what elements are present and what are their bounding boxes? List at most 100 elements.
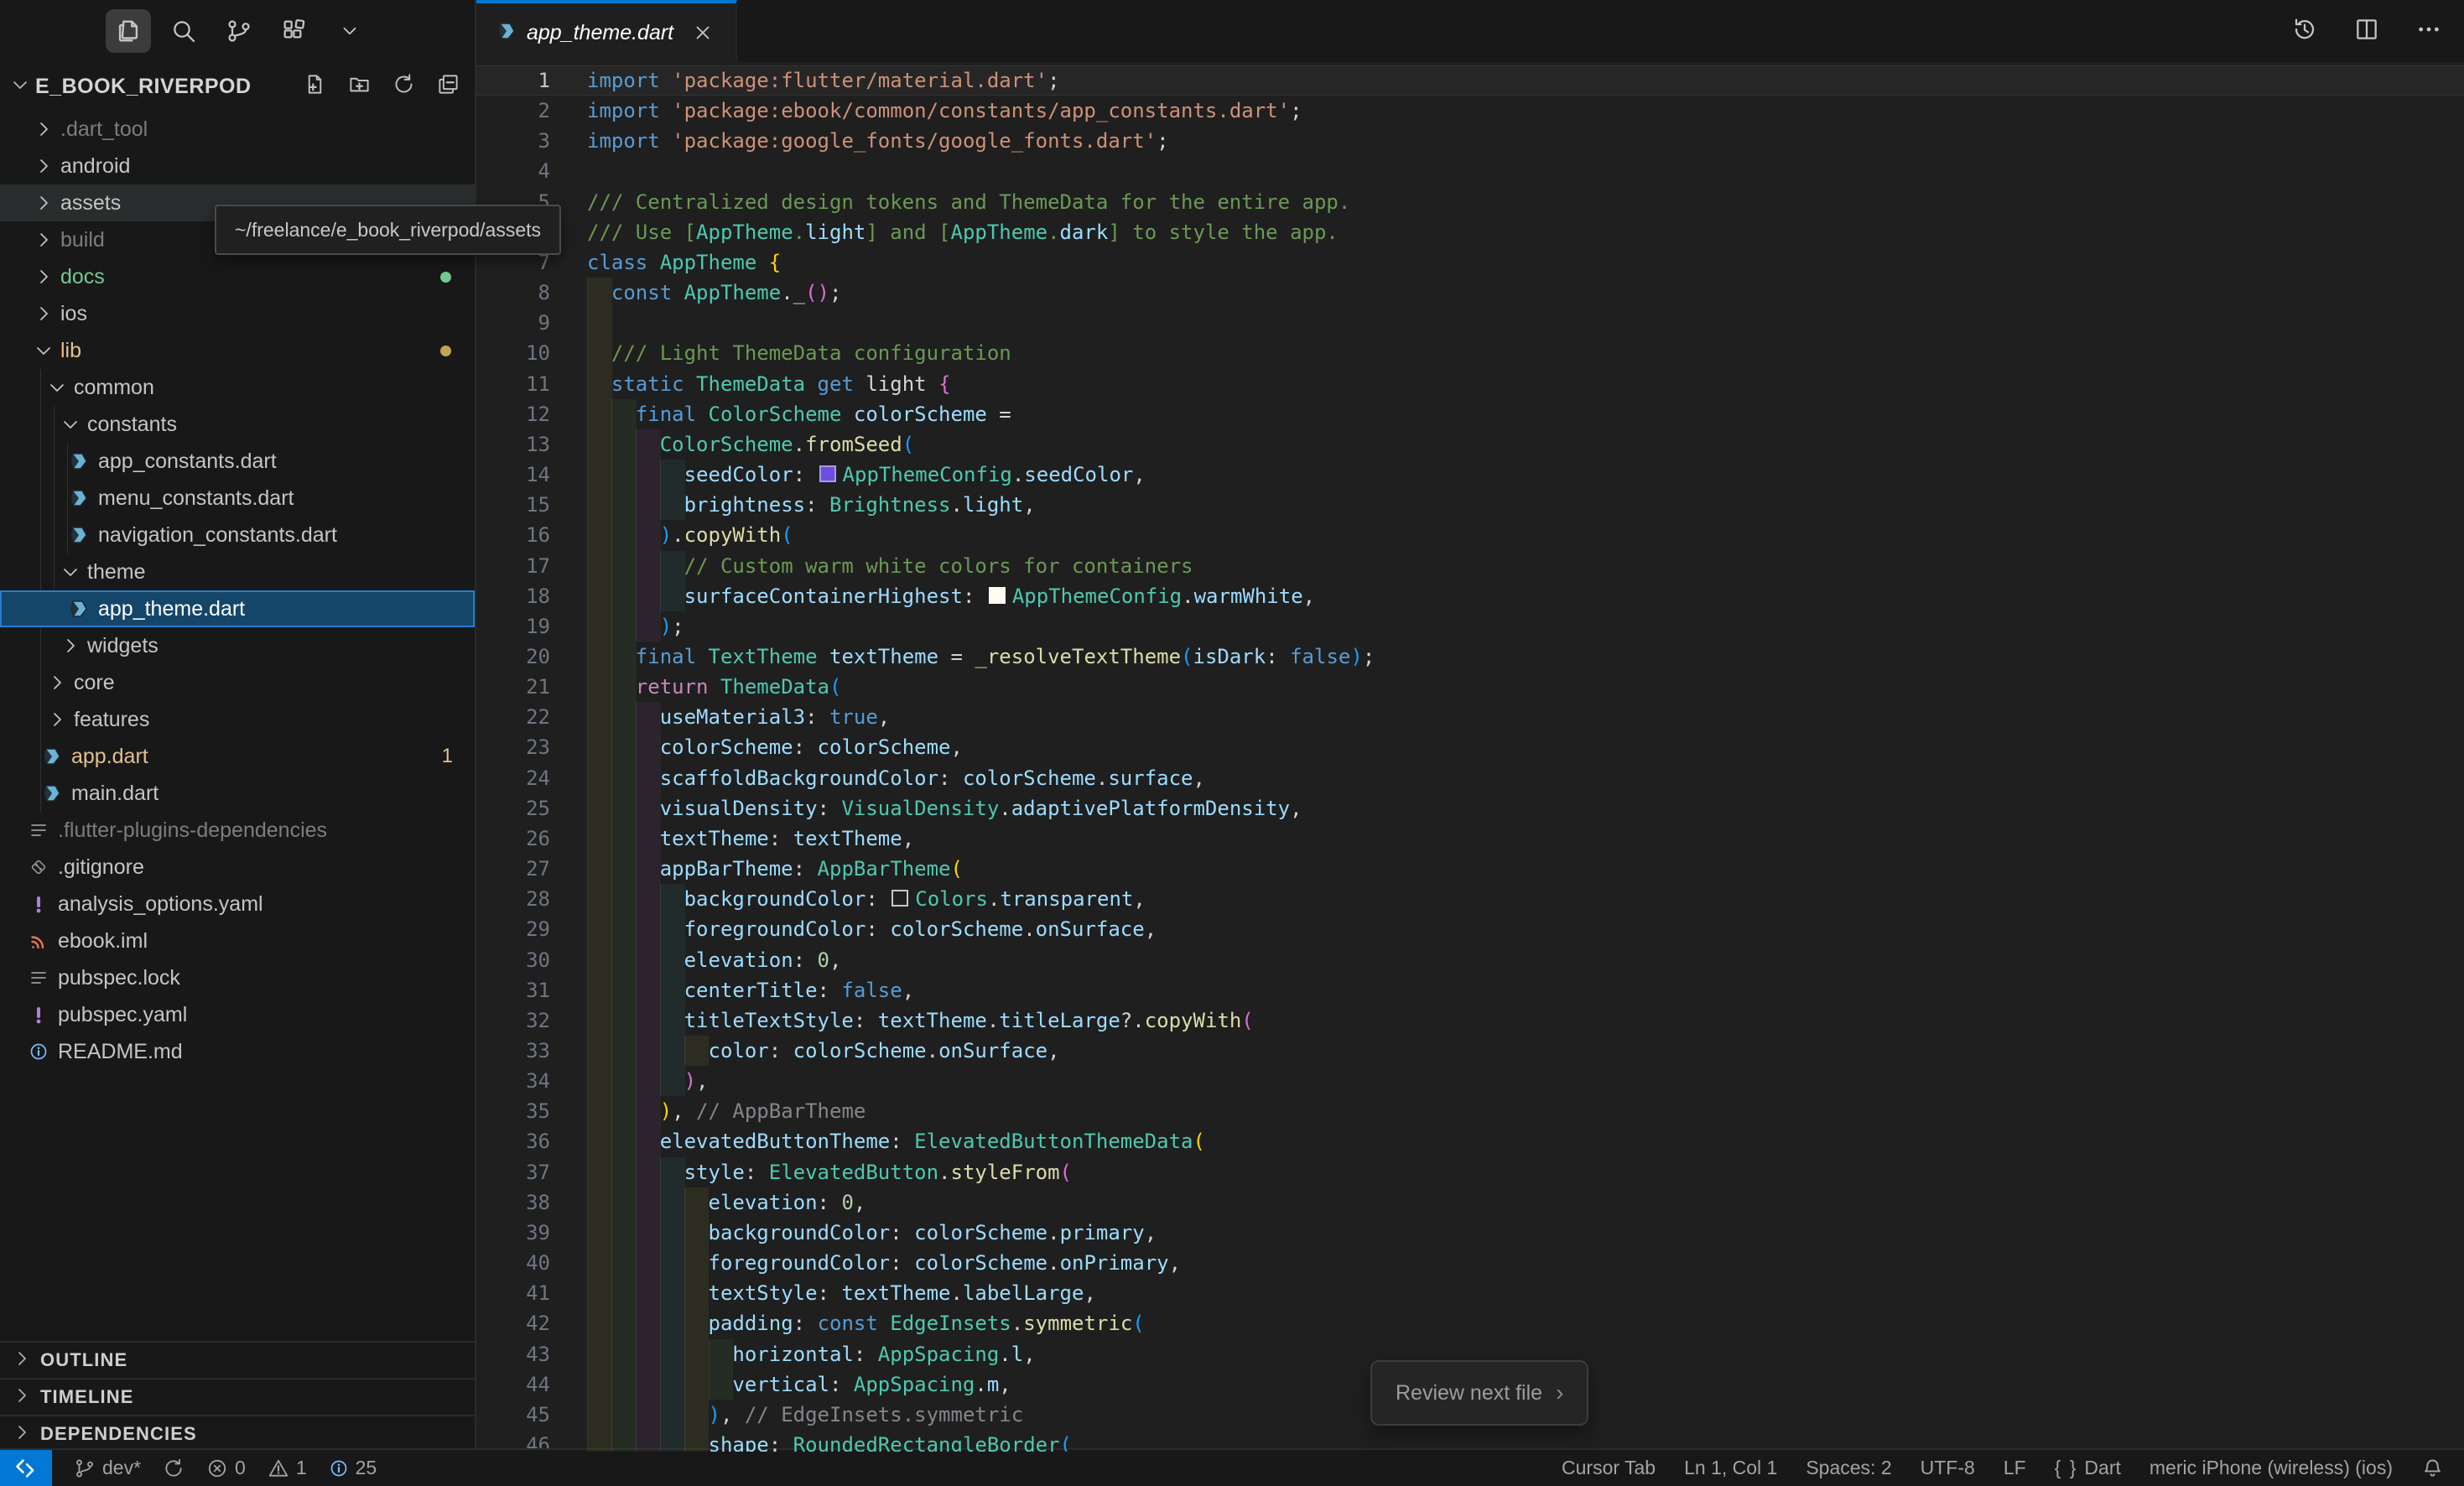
more-actions-button[interactable]	[2415, 16, 2442, 47]
tree-folder-ios[interactable]: ios	[0, 295, 475, 332]
status-info[interactable]: 25	[329, 1457, 377, 1479]
code-line-31[interactable]: 31centerTitle: false,	[476, 975, 2464, 1005]
code-line-9[interactable]: 9	[476, 308, 2464, 338]
activity-extensions-button[interactable]	[272, 9, 317, 53]
tree-file-main.dart[interactable]: main.dart	[0, 775, 475, 812]
code-line-17[interactable]: 17// Custom warm white colors for contai…	[476, 551, 2464, 581]
tree-folder-common[interactable]: common	[0, 369, 475, 406]
tree-folder-constants[interactable]: constants	[0, 406, 475, 443]
tree-folder-lib[interactable]: lib	[0, 332, 475, 369]
tree-file-app_constants.dart[interactable]: app_constants.dart	[0, 443, 475, 480]
panel-dependencies[interactable]: DEPENDENCIES	[0, 1415, 475, 1452]
panel-timeline[interactable]: TIMELINE	[0, 1378, 475, 1415]
remote-indicator[interactable]	[0, 1450, 52, 1486]
code-line-36[interactable]: 36elevatedButtonTheme: ElevatedButtonThe…	[476, 1126, 2464, 1156]
code-line-12[interactable]: 12final ColorScheme colorScheme =	[476, 399, 2464, 429]
review-next-file-button[interactable]: Review next file ›	[1370, 1360, 1588, 1426]
code-line-14[interactable]: 14seedColor: AppThemeConfig.seedColor,	[476, 460, 2464, 490]
status-spaces-2[interactable]: Spaces: 2	[1806, 1457, 1891, 1479]
tree-file-pubspec.lock[interactable]: pubspec.lock	[0, 959, 475, 996]
code-line-20[interactable]: 20final TextTheme textTheme = _resolveTe…	[476, 642, 2464, 672]
tree-file-app.dart[interactable]: app.dart1	[0, 738, 475, 775]
tree-file-README.md[interactable]: README.md	[0, 1033, 475, 1070]
tree-folder-.dart_tool[interactable]: .dart_tool	[0, 111, 475, 148]
tree-folder-theme[interactable]: theme	[0, 553, 475, 590]
code-line-15[interactable]: 15brightness: Brightness.light,	[476, 490, 2464, 520]
tab-app-theme[interactable]: app_theme.dart	[476, 0, 737, 62]
tree-file-app_theme.dart[interactable]: app_theme.dart	[0, 590, 475, 627]
code-line-19[interactable]: 19);	[476, 611, 2464, 642]
tree-folder-widgets[interactable]: widgets	[0, 627, 475, 664]
tree-file-.flutter-plugins-dependencies[interactable]: .flutter-plugins-dependencies	[0, 812, 475, 849]
code-line-1[interactable]: 1import 'package:flutter/material.dart';	[476, 65, 2464, 96]
status-sync[interactable]	[163, 1457, 185, 1479]
code-line-13[interactable]: 13ColorScheme.fromSeed(	[476, 429, 2464, 460]
activity-source-control-button[interactable]	[216, 9, 262, 53]
code-line-33[interactable]: 33color: colorScheme.onSurface,	[476, 1036, 2464, 1066]
code-line-24[interactable]: 24scaffoldBackgroundColor: colorScheme.s…	[476, 763, 2464, 793]
close-icon[interactable]	[692, 22, 714, 44]
code-line-37[interactable]: 37style: ElevatedButton.styleFrom(	[476, 1157, 2464, 1187]
status-branch[interactable]: dev*	[74, 1457, 141, 1479]
tree-file-ebook.iml[interactable]: ebook.iml	[0, 922, 475, 959]
code-line-25[interactable]: 25visualDensity: VisualDensity.adaptiveP…	[476, 793, 2464, 824]
tree-file-analysis_options.yaml[interactable]: analysis_options.yaml	[0, 886, 475, 922]
tree-folder-features[interactable]: features	[0, 701, 475, 738]
status-error[interactable]: 0	[206, 1457, 246, 1479]
code-line-11[interactable]: 11static ThemeData get light {	[476, 369, 2464, 399]
tree-folder-docs[interactable]: docs	[0, 258, 475, 295]
code-line-27[interactable]: 27appBarTheme: AppBarTheme(	[476, 854, 2464, 884]
refresh-button[interactable]	[392, 73, 415, 100]
activity-explorer-button[interactable]	[106, 9, 151, 53]
panel-outline[interactable]: OUTLINE	[0, 1341, 475, 1378]
code-line-26[interactable]: 26textTheme: textTheme,	[476, 824, 2464, 854]
code-line-10[interactable]: 10/// Light ThemeData configuration	[476, 338, 2464, 368]
code-line-29[interactable]: 29foregroundColor: colorScheme.onSurface…	[476, 914, 2464, 944]
activity-views-chevron-button[interactable]	[327, 9, 372, 53]
status-warning[interactable]: 1	[268, 1457, 307, 1479]
code-line-3[interactable]: 3import 'package:google_fonts/google_fon…	[476, 126, 2464, 156]
code-line-34[interactable]: 34),	[476, 1066, 2464, 1096]
code-line-21[interactable]: 21return ThemeData(	[476, 672, 2464, 702]
new-folder-button[interactable]	[348, 73, 371, 100]
collapse-all-button[interactable]	[437, 73, 460, 100]
chevron-down-icon[interactable]	[10, 75, 30, 99]
split-editor-button[interactable]	[2353, 16, 2380, 47]
project-title[interactable]: E_BOOK_RIVERPOD	[35, 75, 252, 99]
code-line-28[interactable]: 28backgroundColor: Colors.transparent,	[476, 884, 2464, 914]
tree-file-.gitignore[interactable]: .gitignore	[0, 849, 475, 886]
code-line-23[interactable]: 23colorScheme: colorScheme,	[476, 732, 2464, 762]
status-dart[interactable]: { }Dart	[2055, 1457, 2121, 1479]
status-meric-iphone-wireless-ios-[interactable]: meric iPhone (wireless) (ios)	[2150, 1457, 2393, 1479]
code-line-35[interactable]: 35), // AppBarTheme	[476, 1096, 2464, 1126]
tree-file-menu_constants.dart[interactable]: menu_constants.dart	[0, 480, 475, 517]
code-line-41[interactable]: 41textStyle: textTheme.labelLarge,	[476, 1278, 2464, 1308]
code-line-2[interactable]: 2import 'package:ebook/common/constants/…	[476, 96, 2464, 126]
status-bell[interactable]	[2421, 1457, 2444, 1479]
activity-search-button[interactable]	[161, 9, 206, 53]
code-editor[interactable]: 1import 'package:flutter/material.dart';…	[476, 62, 2464, 1452]
new-file-button[interactable]	[304, 73, 326, 100]
code-line-42[interactable]: 42padding: const EdgeInsets.symmetric(	[476, 1308, 2464, 1338]
code-line-5[interactable]: 5/// Centralized design tokens and Theme…	[476, 187, 2464, 217]
status-utf-8[interactable]: UTF-8	[1921, 1457, 1975, 1479]
code-line-22[interactable]: 22useMaterial3: true,	[476, 702, 2464, 732]
code-line-8[interactable]: 8const AppTheme._();	[476, 278, 2464, 308]
tree-folder-core[interactable]: core	[0, 664, 475, 701]
code-line-32[interactable]: 32titleTextStyle: textTheme.titleLarge?.…	[476, 1005, 2464, 1036]
tree-file-pubspec.yaml[interactable]: pubspec.yaml	[0, 996, 475, 1033]
status-lf[interactable]: LF	[2004, 1457, 2026, 1479]
tree-folder-android[interactable]: android	[0, 148, 475, 184]
code-line-6[interactable]: 6/// Use [AppTheme.light] and [AppTheme.…	[476, 217, 2464, 247]
code-line-7[interactable]: 7class AppTheme {	[476, 247, 2464, 278]
code-line-30[interactable]: 30elevation: 0,	[476, 945, 2464, 975]
status-cursor-tab[interactable]: Cursor Tab	[1562, 1457, 1656, 1479]
code-line-40[interactable]: 40foregroundColor: colorScheme.onPrimary…	[476, 1248, 2464, 1278]
code-line-38[interactable]: 38elevation: 0,	[476, 1187, 2464, 1218]
tree-file-navigation_constants.dart[interactable]: navigation_constants.dart	[0, 517, 475, 553]
code-line-18[interactable]: 18surfaceContainerHighest: AppThemeConfi…	[476, 581, 2464, 611]
history-button[interactable]	[2291, 16, 2318, 47]
code-line-16[interactable]: 16).copyWith(	[476, 520, 2464, 550]
code-line-39[interactable]: 39backgroundColor: colorScheme.primary,	[476, 1218, 2464, 1248]
status-ln-1-col-1[interactable]: Ln 1, Col 1	[1684, 1457, 1777, 1479]
